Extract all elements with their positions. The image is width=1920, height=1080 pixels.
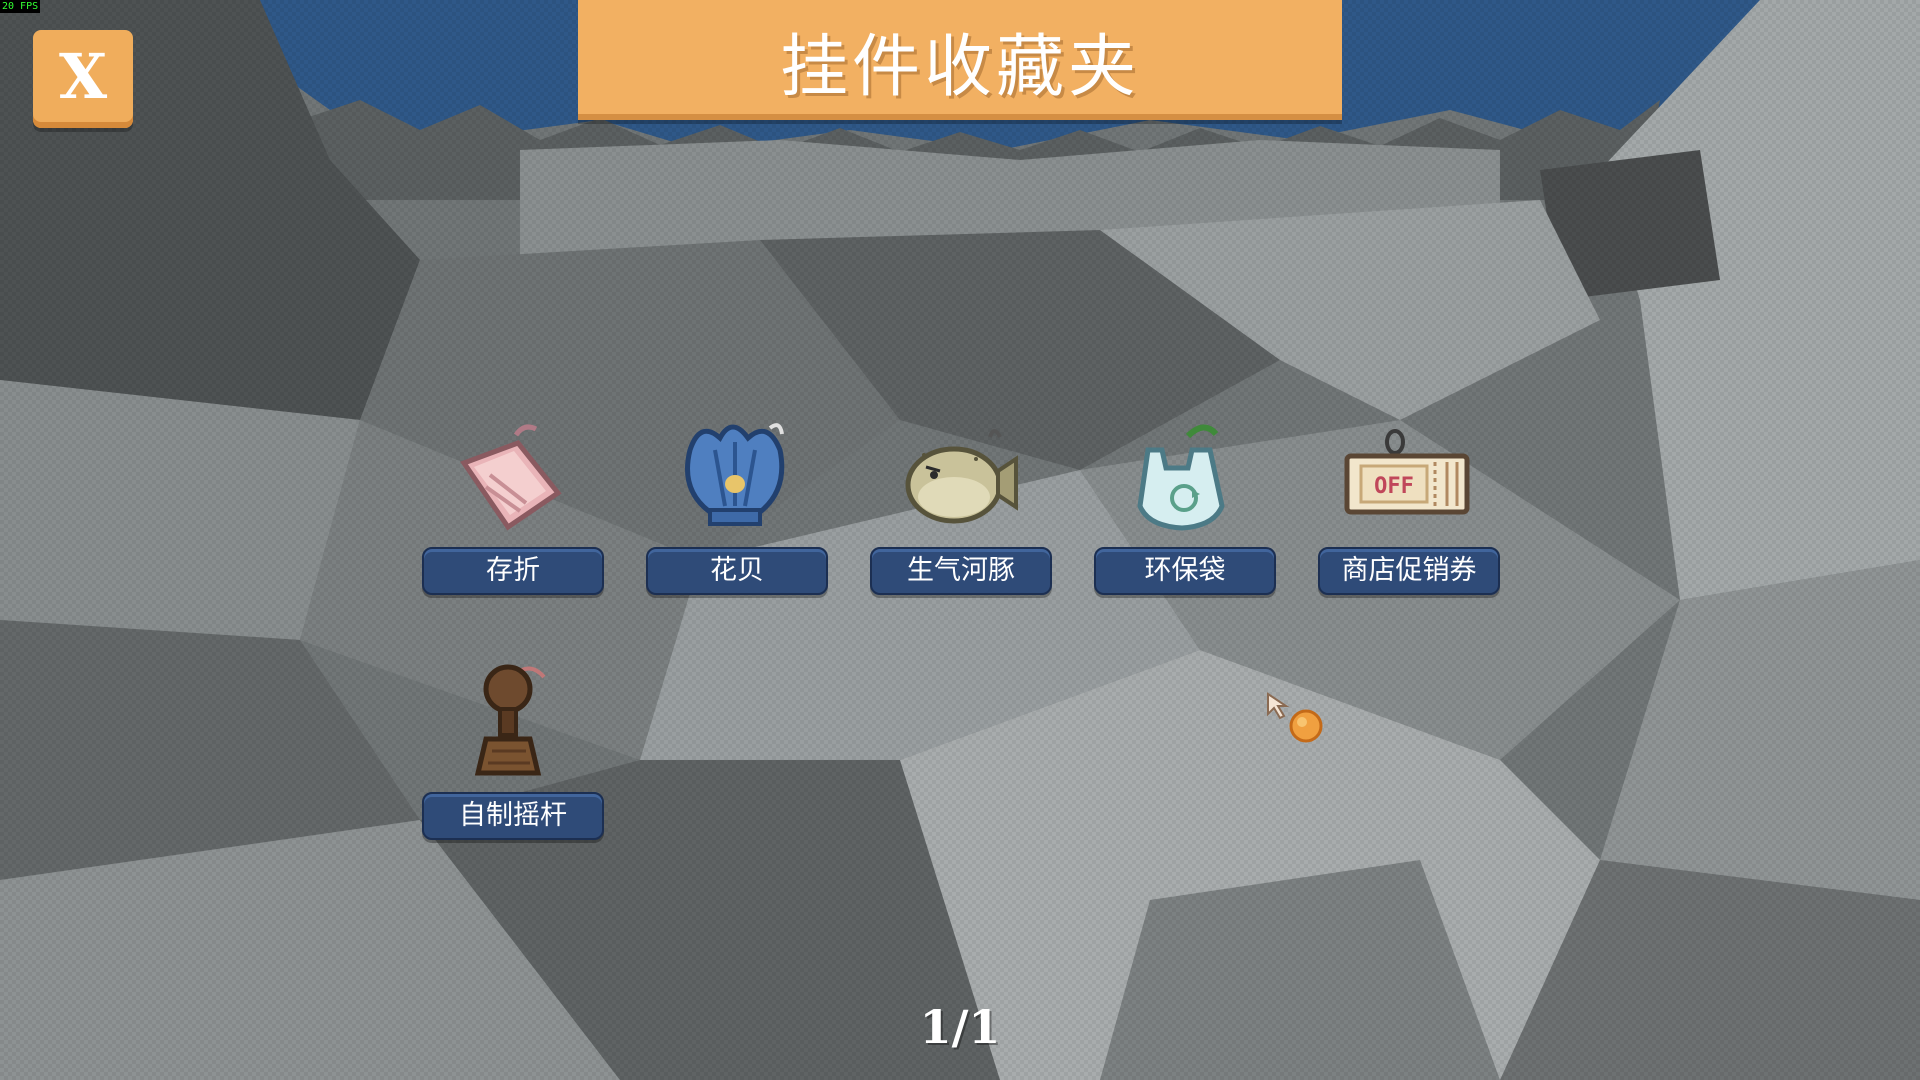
charm-label: 环保袋 (1094, 547, 1276, 595)
page-title: 挂件收藏夹 (779, 27, 1140, 107)
svg-text:OFF: OFF (1374, 474, 1414, 499)
charm-item[interactable]: 环保袋 (1092, 405, 1276, 595)
angry-pufferfish-icon (905, 429, 1018, 524)
charm-label: 自制摇杆 (422, 792, 604, 840)
homemade-joystick-icon (474, 664, 546, 776)
blue-scallop-shell-icon (685, 423, 785, 526)
charm-label: 存折 (422, 547, 604, 595)
eco-bag-icon (1137, 424, 1225, 531)
charm-item[interactable]: 生气河豚 (868, 405, 1052, 595)
page-indicator: 1/1 (919, 1000, 1001, 1054)
close-button[interactable]: X (33, 30, 133, 128)
charm-item[interactable]: 存折 (420, 405, 604, 595)
charm-label: 商店促销券 (1318, 547, 1500, 595)
charm-item[interactable]: OFF 商店促销券 (1316, 405, 1500, 595)
charm-item[interactable]: 花贝 (644, 405, 828, 595)
charm-label: 生气河豚 (870, 547, 1052, 595)
pointer-cursor-icon (1267, 692, 1323, 743)
pink-passbook-icon (460, 424, 562, 531)
charm-item[interactable]: 自制摇杆 (420, 650, 604, 840)
title-banner: 挂件收藏夹 (578, 0, 1342, 120)
fps-counter: 20 FPS (0, 0, 41, 13)
charm-label: 花贝 (646, 547, 828, 595)
shop-coupon-icon: OFF (1344, 429, 1470, 515)
close-icon: X (58, 40, 108, 113)
